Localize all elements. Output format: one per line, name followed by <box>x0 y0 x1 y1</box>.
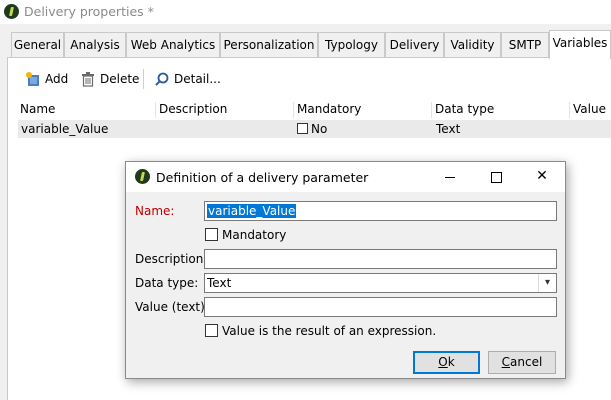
datatype-label: Data type: <box>135 276 199 290</box>
name-value: variable_Value <box>207 204 297 218</box>
detail-button[interactable]: Detail... <box>154 69 221 89</box>
column-header-value[interactable]: Value <box>569 102 606 118</box>
tab-variables[interactable]: Variables <box>549 30 611 59</box>
ok-mnemonic: O <box>438 355 448 369</box>
tab-smtp[interactable]: SMTP <box>501 32 549 57</box>
window-title: Delivery properties * <box>24 4 154 19</box>
delete-label: Delete <box>100 72 140 86</box>
column-header-mandatory[interactable]: Mandatory <box>293 102 361 118</box>
add-button[interactable]: Add <box>25 69 70 89</box>
mandatory-checkbox[interactable] <box>205 228 218 241</box>
dialog-logo-icon <box>135 169 150 184</box>
column-header-name[interactable]: Name <box>20 102 55 116</box>
close-icon: ✕ <box>536 168 548 184</box>
expression-label: Value is the result of an expression. <box>222 324 437 338</box>
minimize-button[interactable] <box>427 162 473 192</box>
grid-header: Name Description Mandatory Data type Val… <box>18 100 611 121</box>
cancel-button[interactable]: Cancel <box>488 351 556 374</box>
table-row[interactable]: variable_Value No Text <box>18 120 611 138</box>
expression-option[interactable]: Value is the result of an expression. <box>205 324 436 338</box>
description-input[interactable] <box>204 249 557 269</box>
mandatory-label: Mandatory <box>222 228 287 242</box>
delete-button[interactable]: Delete <box>80 69 140 89</box>
datatype-select[interactable]: Text ▾ <box>204 273 557 293</box>
name-input[interactable]: variable_Value <box>204 201 557 221</box>
minimize-icon <box>445 177 455 178</box>
parameter-dialog: Definition of a delivery parameter ✕ Nam… <box>125 161 566 379</box>
column-header-description[interactable]: Description <box>155 102 227 118</box>
column-header-data-type[interactable]: Data type <box>431 102 494 118</box>
tab-web-analytics[interactable]: Web Analytics <box>126 32 220 57</box>
dialog-title: Definition of a delivery parameter <box>156 170 369 185</box>
cell-name: variable_Value <box>21 122 109 136</box>
value-input[interactable] <box>204 297 557 317</box>
close-button[interactable]: ✕ <box>519 162 565 192</box>
chevron-down-icon[interactable]: ▾ <box>538 274 556 292</box>
cell-data-type: Text <box>436 122 461 136</box>
window-titlebar: Delivery properties * <box>0 0 611 24</box>
cancel-label: ancel <box>510 355 543 369</box>
tab-analysis[interactable]: Analysis <box>64 32 126 57</box>
add-icon <box>26 72 39 86</box>
name-label: Name: <box>135 204 175 218</box>
cell-mandatory-label: No <box>311 122 328 136</box>
tab-delivery[interactable]: Delivery <box>385 32 444 57</box>
mandatory-checkbox[interactable] <box>297 123 308 134</box>
app-logo-icon <box>4 4 19 19</box>
magnifier-icon <box>155 72 169 86</box>
tab-strip: General Analysis Web Analytics Personali… <box>0 30 611 59</box>
detail-label: Detail... <box>174 72 221 86</box>
tab-typology[interactable]: Typology <box>318 32 385 57</box>
trash-icon <box>82 72 94 87</box>
toolbar: Add Delete Detail... <box>8 58 611 98</box>
tab-personalization[interactable]: Personalization <box>220 32 318 57</box>
expression-checkbox[interactable] <box>205 324 218 337</box>
ok-label: k <box>447 355 455 369</box>
tab-general[interactable]: General <box>11 32 64 57</box>
maximize-button[interactable] <box>473 162 519 192</box>
cancel-mnemonic: C <box>501 355 511 369</box>
maximize-icon <box>491 172 502 183</box>
ok-button[interactable]: Ok <box>413 351 480 374</box>
tab-validity[interactable]: Validity <box>444 32 501 57</box>
mandatory-option[interactable]: Mandatory <box>205 228 286 242</box>
cell-mandatory: No <box>297 122 327 136</box>
toolbar-separator <box>143 69 144 89</box>
dialog-titlebar: Definition of a delivery parameter ✕ <box>126 162 565 192</box>
datatype-value: Text <box>207 276 232 290</box>
description-label: Description: <box>135 252 208 266</box>
add-label: Add <box>45 72 69 86</box>
value-label: Value (text): <box>135 300 209 314</box>
